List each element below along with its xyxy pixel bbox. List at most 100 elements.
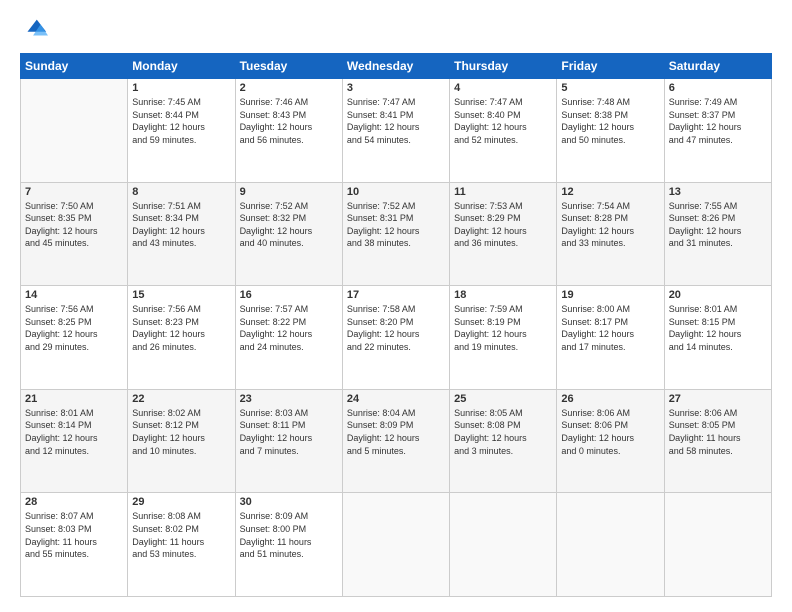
- header-thursday: Thursday: [450, 54, 557, 79]
- calendar-week-row: 1 Sunrise: 7:45 AM Sunset: 8:44 PM Daylig…: [21, 79, 772, 183]
- day-number: 1: [132, 82, 230, 94]
- day-info: Sunrise: 7:58 AM Sunset: 8:20 PM Dayligh…: [347, 303, 445, 353]
- calendar-cell: 8 Sunrise: 7:51 AM Sunset: 8:34 PM Daylig…: [128, 182, 235, 286]
- day-info: Sunrise: 8:04 AM Sunset: 8:09 PM Dayligh…: [347, 407, 445, 457]
- calendar-cell: 7 Sunrise: 7:50 AM Sunset: 8:35 PM Daylig…: [21, 182, 128, 286]
- day-info: Sunrise: 8:05 AM Sunset: 8:08 PM Dayligh…: [454, 407, 552, 457]
- day-number: 30: [240, 496, 338, 508]
- day-number: 7: [25, 186, 123, 198]
- day-number: 15: [132, 289, 230, 301]
- day-number: 4: [454, 82, 552, 94]
- day-info: Sunrise: 8:02 AM Sunset: 8:12 PM Dayligh…: [132, 407, 230, 457]
- day-info: Sunrise: 7:51 AM Sunset: 8:34 PM Dayligh…: [132, 200, 230, 250]
- header-friday: Friday: [557, 54, 664, 79]
- day-number: 8: [132, 186, 230, 198]
- calendar-cell: [450, 493, 557, 597]
- day-info: Sunrise: 7:49 AM Sunset: 8:37 PM Dayligh…: [669, 96, 767, 146]
- header: [20, 15, 772, 43]
- page: Sunday Monday Tuesday Wednesday Thursday…: [0, 0, 792, 612]
- day-number: 29: [132, 496, 230, 508]
- calendar-cell: 10 Sunrise: 7:52 AM Sunset: 8:31 PM Dayli…: [342, 182, 449, 286]
- calendar-cell: [21, 79, 128, 183]
- day-number: 11: [454, 186, 552, 198]
- day-info: Sunrise: 7:55 AM Sunset: 8:26 PM Dayligh…: [669, 200, 767, 250]
- day-info: Sunrise: 8:03 AM Sunset: 8:11 PM Dayligh…: [240, 407, 338, 457]
- calendar-cell: 27Sunrise: 8:06 AM Sunset: 8:05 PM Dayli…: [664, 389, 771, 493]
- calendar-cell: 2 Sunrise: 7:46 AM Sunset: 8:43 PM Daylig…: [235, 79, 342, 183]
- calendar-cell: 3 Sunrise: 7:47 AM Sunset: 8:41 PM Daylig…: [342, 79, 449, 183]
- calendar-week-row: 28 Sunrise: 8:07 AM Sunset: 8:03 PM Dayli…: [21, 493, 772, 597]
- day-info: Sunrise: 8:00 AM Sunset: 8:17 PM Dayligh…: [561, 303, 659, 353]
- day-number: 20: [669, 289, 767, 301]
- day-number: 17: [347, 289, 445, 301]
- day-number: 24: [347, 393, 445, 405]
- day-info: Sunrise: 7:46 AM Sunset: 8:43 PM Dayligh…: [240, 96, 338, 146]
- day-number: 28: [25, 496, 123, 508]
- day-info: Sunrise: 7:47 AM Sunset: 8:41 PM Dayligh…: [347, 96, 445, 146]
- calendar-cell: 17 Sunrise: 7:58 AM Sunset: 8:20 PM Dayli…: [342, 286, 449, 390]
- header-tuesday: Tuesday: [235, 54, 342, 79]
- day-info: Sunrise: 7:50 AM Sunset: 8:35 PM Dayligh…: [25, 200, 123, 250]
- calendar-cell: 20 Sunrise: 8:01 AM Sunset: 8:15 PM Dayli…: [664, 286, 771, 390]
- day-info: Sunrise: 7:56 AM Sunset: 8:25 PM Dayligh…: [25, 303, 123, 353]
- calendar-cell: 26 Sunrise: 8:06 AM Sunset: 8:06 PM Dayli…: [557, 389, 664, 493]
- day-info: Sunrise: 7:45 AM Sunset: 8:44 PM Dayligh…: [132, 96, 230, 146]
- calendar-cell: 6 Sunrise: 7:49 AM Sunset: 8:37 PM Daylig…: [664, 79, 771, 183]
- header-monday: Monday: [128, 54, 235, 79]
- calendar-cell: 29Sunrise: 8:08 AM Sunset: 8:02 PM Dayli…: [128, 493, 235, 597]
- day-number: 3: [347, 82, 445, 94]
- day-info: Sunrise: 7:57 AM Sunset: 8:22 PM Dayligh…: [240, 303, 338, 353]
- calendar-week-row: 21Sunrise: 8:01 AM Sunset: 8:14 PM Dayli…: [21, 389, 772, 493]
- day-number: 14: [25, 289, 123, 301]
- day-number: 19: [561, 289, 659, 301]
- day-number: 12: [561, 186, 659, 198]
- day-number: 5: [561, 82, 659, 94]
- day-info: Sunrise: 7:56 AM Sunset: 8:23 PM Dayligh…: [132, 303, 230, 353]
- calendar-cell: 22 Sunrise: 8:02 AM Sunset: 8:12 PM Dayli…: [128, 389, 235, 493]
- day-number: 18: [454, 289, 552, 301]
- day-number: 10: [347, 186, 445, 198]
- calendar-week-row: 7 Sunrise: 7:50 AM Sunset: 8:35 PM Daylig…: [21, 182, 772, 286]
- day-info: Sunrise: 8:06 AM Sunset: 8:06 PM Dayligh…: [561, 407, 659, 457]
- logo: [20, 15, 52, 43]
- calendar-cell: 21Sunrise: 8:01 AM Sunset: 8:14 PM Dayli…: [21, 389, 128, 493]
- day-info: Sunrise: 8:01 AM Sunset: 8:15 PM Dayligh…: [669, 303, 767, 353]
- day-number: 23: [240, 393, 338, 405]
- calendar-cell: 23 Sunrise: 8:03 AM Sunset: 8:11 PM Dayli…: [235, 389, 342, 493]
- day-info: Sunrise: 7:52 AM Sunset: 8:32 PM Dayligh…: [240, 200, 338, 250]
- calendar-header-row: Sunday Monday Tuesday Wednesday Thursday…: [21, 54, 772, 79]
- day-info: Sunrise: 7:54 AM Sunset: 8:28 PM Dayligh…: [561, 200, 659, 250]
- calendar-week-row: 14 Sunrise: 7:56 AM Sunset: 8:25 PM Dayli…: [21, 286, 772, 390]
- calendar-cell: 4 Sunrise: 7:47 AM Sunset: 8:40 PM Daylig…: [450, 79, 557, 183]
- calendar-cell: 25Sunrise: 8:05 AM Sunset: 8:08 PM Dayli…: [450, 389, 557, 493]
- day-info: Sunrise: 7:52 AM Sunset: 8:31 PM Dayligh…: [347, 200, 445, 250]
- header-saturday: Saturday: [664, 54, 771, 79]
- day-info: Sunrise: 7:53 AM Sunset: 8:29 PM Dayligh…: [454, 200, 552, 250]
- calendar-cell: 13 Sunrise: 7:55 AM Sunset: 8:26 PM Dayli…: [664, 182, 771, 286]
- calendar-cell: 19 Sunrise: 8:00 AM Sunset: 8:17 PM Dayli…: [557, 286, 664, 390]
- day-number: 6: [669, 82, 767, 94]
- calendar-cell: [664, 493, 771, 597]
- day-info: Sunrise: 7:48 AM Sunset: 8:38 PM Dayligh…: [561, 96, 659, 146]
- day-number: 2: [240, 82, 338, 94]
- day-number: 9: [240, 186, 338, 198]
- day-number: 26: [561, 393, 659, 405]
- header-wednesday: Wednesday: [342, 54, 449, 79]
- calendar-cell: [557, 493, 664, 597]
- calendar-cell: 18 Sunrise: 7:59 AM Sunset: 8:19 PM Dayli…: [450, 286, 557, 390]
- day-number: 16: [240, 289, 338, 301]
- day-info: Sunrise: 8:07 AM Sunset: 8:03 PM Dayligh…: [25, 510, 123, 560]
- day-number: 22: [132, 393, 230, 405]
- day-number: 27: [669, 393, 767, 405]
- calendar-cell: 14 Sunrise: 7:56 AM Sunset: 8:25 PM Dayli…: [21, 286, 128, 390]
- calendar-cell: 12 Sunrise: 7:54 AM Sunset: 8:28 PM Dayli…: [557, 182, 664, 286]
- day-info: Sunrise: 7:59 AM Sunset: 8:19 PM Dayligh…: [454, 303, 552, 353]
- calendar-cell: 5 Sunrise: 7:48 AM Sunset: 8:38 PM Daylig…: [557, 79, 664, 183]
- calendar-cell: 24 Sunrise: 8:04 AM Sunset: 8:09 PM Dayli…: [342, 389, 449, 493]
- calendar-cell: 15 Sunrise: 7:56 AM Sunset: 8:23 PM Dayli…: [128, 286, 235, 390]
- day-number: 13: [669, 186, 767, 198]
- calendar-table: Sunday Monday Tuesday Wednesday Thursday…: [20, 53, 772, 597]
- day-info: Sunrise: 7:47 AM Sunset: 8:40 PM Dayligh…: [454, 96, 552, 146]
- logo-icon: [20, 15, 48, 43]
- calendar-cell: [342, 493, 449, 597]
